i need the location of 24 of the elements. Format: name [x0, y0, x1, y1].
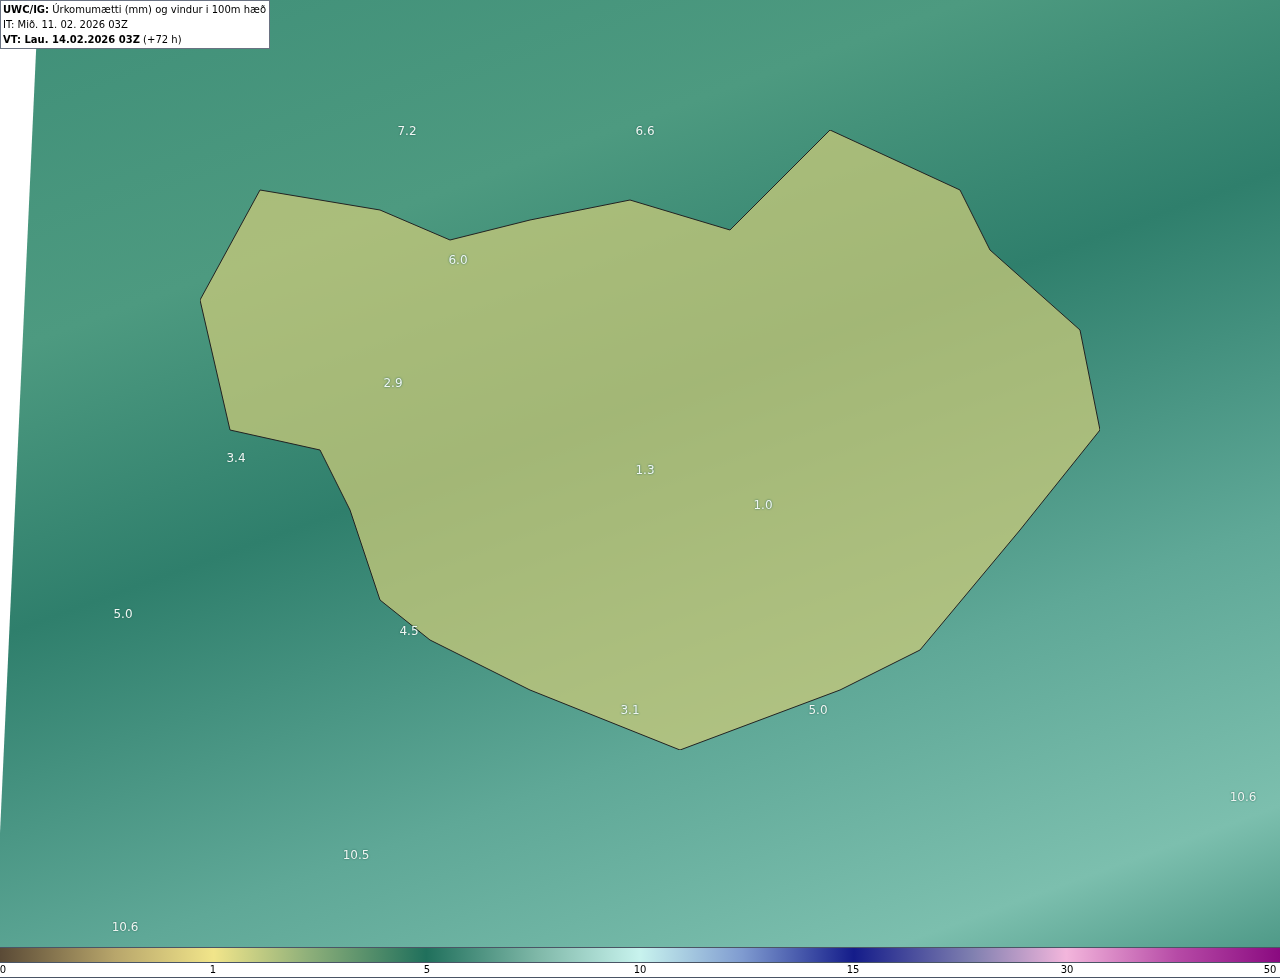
precipitation-value: 1.3: [635, 462, 655, 479]
colorbar-tick-label: 15: [846, 963, 860, 977]
colorbar-tick-label: 0: [0, 963, 7, 977]
issue-time: IT: Mið. 11. 02. 2026 03Z: [3, 18, 129, 32]
valid-time: VT: Lau. 14.02.2026 03Z (+72 h): [3, 33, 183, 47]
precipitation-value: 7.2: [397, 123, 417, 140]
map-title: UWC/IG: Úrkomumætti (mm) og vindur i 100m hæð: [3, 2, 267, 17]
precipitation-value: 10.6: [111, 919, 139, 936]
precipitation-value: 6.0: [448, 252, 468, 269]
precipitation-value: 2.9: [383, 375, 403, 392]
precipitation-value: 3.1: [620, 702, 640, 719]
colorbar-tick-label: 10: [633, 963, 647, 977]
precipitation-value: 6.6: [635, 123, 655, 140]
precipitation-value: 5.0: [808, 702, 828, 719]
precipitation-value: 3.4: [226, 450, 246, 467]
precipitation-value: 10.5: [342, 847, 370, 864]
precipitation-value: 5.0: [113, 606, 133, 623]
precipitation-value: 1.0: [753, 497, 773, 514]
colorbar-tick-label: 1: [209, 963, 217, 977]
colorbar-tick-label: 30: [1060, 963, 1074, 977]
precipitation-value: 4.5: [399, 623, 419, 640]
precipitation-value: 10.6: [1229, 789, 1257, 806]
colorbar-tick-label: 50: [1263, 963, 1277, 977]
colorbar-tick-label: 5: [423, 963, 431, 977]
